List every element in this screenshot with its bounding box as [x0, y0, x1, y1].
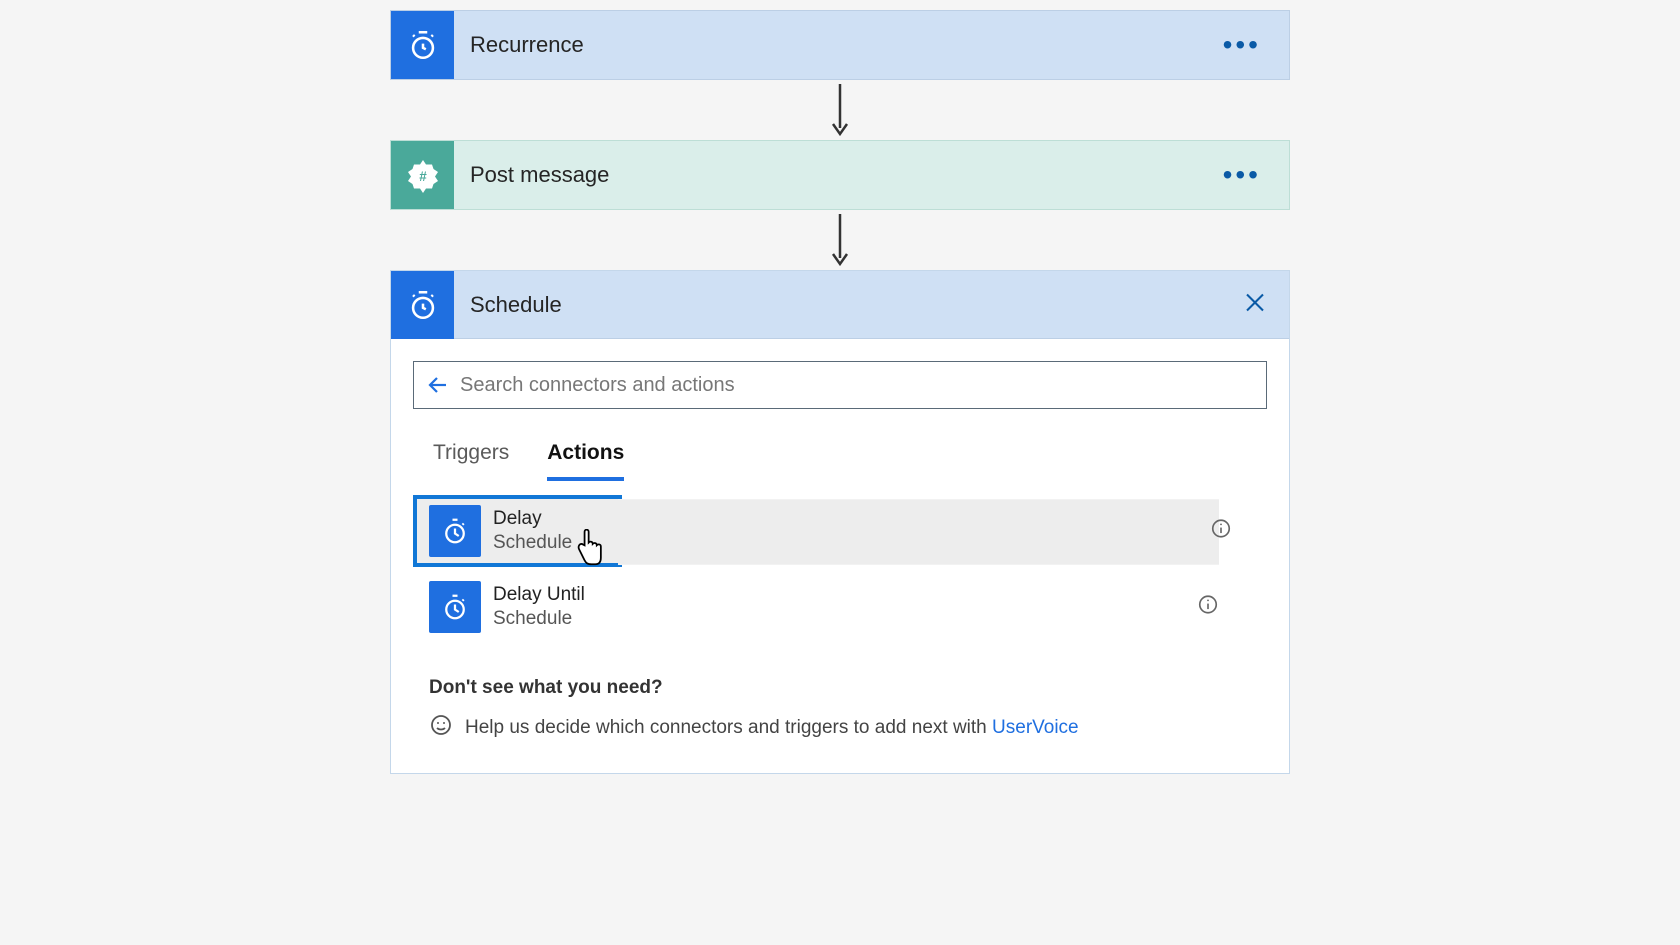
uservoice-link[interactable]: UserVoice	[992, 717, 1079, 738]
svg-text:#: #	[419, 169, 427, 184]
help-text: Help us decide which connectors and trig…	[465, 717, 992, 738]
action-delay-until-sub: Schedule	[493, 608, 585, 630]
search-input[interactable]	[460, 374, 1256, 397]
action-delay[interactable]: Delay Schedule	[413, 495, 622, 567]
post-message-menu[interactable]: •••	[1223, 171, 1261, 179]
smile-icon	[429, 713, 453, 743]
back-arrow-icon[interactable]	[424, 373, 452, 397]
help-heading: Don't see what you need?	[429, 677, 1267, 699]
flow-arrow	[828, 210, 852, 270]
tab-triggers[interactable]: Triggers	[433, 431, 509, 481]
search-box[interactable]	[413, 361, 1267, 409]
action-delay-title: Delay	[493, 508, 572, 530]
action-delay-sub: Schedule	[493, 532, 572, 554]
schedule-panel-header: Schedule	[391, 271, 1289, 339]
post-message-icon: #	[391, 141, 454, 209]
help-section: Don't see what you need? Help us decide …	[413, 677, 1267, 743]
stopwatch-icon	[429, 505, 481, 557]
recurrence-title: Recurrence	[454, 32, 584, 58]
tab-actions[interactable]: Actions	[547, 431, 624, 481]
action-delay-until-title: Delay Until	[493, 584, 585, 606]
post-message-title: Post message	[454, 162, 609, 188]
flow-arrow	[828, 80, 852, 140]
tabs: Triggers Actions	[413, 431, 1267, 481]
schedule-title: Schedule	[454, 292, 562, 318]
info-icon[interactable]	[1210, 518, 1232, 545]
close-button[interactable]	[1243, 290, 1267, 319]
info-icon[interactable]	[1197, 594, 1219, 621]
recurrence-menu[interactable]: •••	[1223, 41, 1261, 49]
actions-list: Delay Schedule	[413, 495, 1267, 641]
post-message-card[interactable]: # Post message •••	[390, 140, 1290, 210]
schedule-icon	[391, 271, 454, 339]
schedule-panel: Schedule Trigger	[390, 270, 1290, 774]
recurrence-icon	[391, 11, 454, 79]
action-delay-until[interactable]: Delay Until Schedule	[413, 573, 1223, 641]
stopwatch-icon	[429, 581, 481, 633]
recurrence-card[interactable]: Recurrence •••	[390, 10, 1290, 80]
